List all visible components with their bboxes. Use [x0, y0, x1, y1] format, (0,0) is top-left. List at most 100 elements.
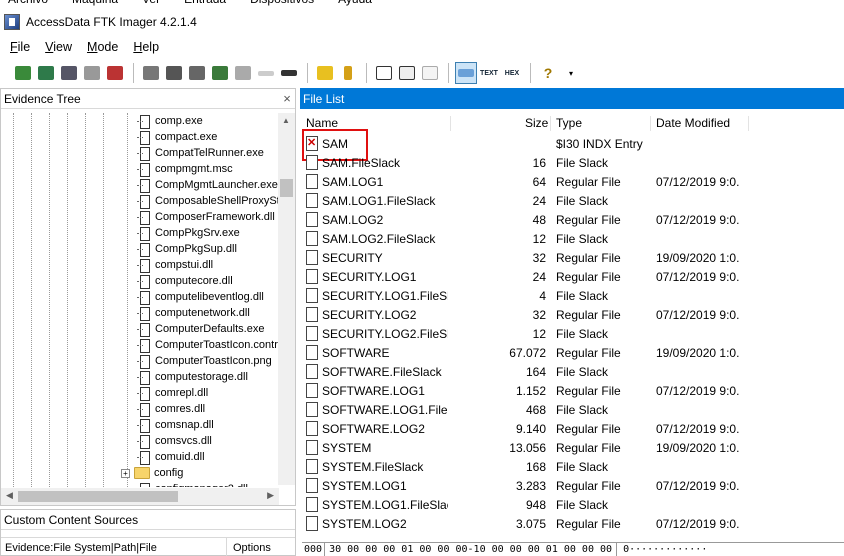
- menu-file[interactable]: File: [10, 40, 30, 54]
- file-icon: [137, 290, 150, 305]
- tree-item[interactable]: CompPkgSrv.exe: [137, 225, 240, 241]
- tree-item[interactable]: computestorage.dll: [137, 369, 248, 385]
- obtain-protected-files-button[interactable]: [337, 62, 359, 84]
- decrypt-button[interactable]: [255, 62, 277, 84]
- tree-item[interactable]: compact.exe: [137, 129, 217, 145]
- tree-item[interactable]: ComputerToastIcon.png: [137, 353, 272, 369]
- tree-item[interactable]: comsnap.dll: [137, 417, 214, 433]
- host-menu-item[interactable]: Ayuda: [338, 0, 372, 6]
- logical-image-icon: [189, 66, 205, 80]
- export-logical-image-button[interactable]: [186, 62, 208, 84]
- tree-item[interactable]: comrepl.dll: [137, 385, 208, 401]
- evidence-tree-vscrollbar[interactable]: ▲: [278, 113, 295, 485]
- tree-item[interactable]: + config: [121, 465, 183, 481]
- scroll-thumb[interactable]: [18, 491, 178, 502]
- file-list-row[interactable]: SECURITY 32 Regular File 19/09/2020 1:0...: [300, 249, 844, 268]
- file-list-row[interactable]: SECURITY.LOG2.FileSl... 12 File Slack: [300, 325, 844, 344]
- add-all-attached-devices-button[interactable]: [35, 62, 57, 84]
- tree-item[interactable]: computelibeventlog.dll: [137, 289, 264, 305]
- expand-icon[interactable]: +: [121, 468, 130, 478]
- file-list-row[interactable]: SYSTEM 13.056 Regular File 19/09/2020 1:0..…: [300, 439, 844, 458]
- file-list-row[interactable]: SOFTWARE.LOG2 9.140 Regular File 07/12/2019…: [300, 420, 844, 439]
- image-mounting-button[interactable]: [58, 62, 80, 84]
- text-view-button[interactable]: TEXT: [478, 62, 500, 84]
- column-header-size[interactable]: Size: [525, 116, 548, 130]
- file-list-row[interactable]: SAM.LOG1.FileSlack 24 File Slack: [300, 192, 844, 211]
- host-menu-item[interactable]: Archivo: [8, 0, 48, 6]
- tree-item[interactable]: ComposerFramework.dll: [137, 209, 275, 225]
- host-menu-item[interactable]: Máquina: [72, 0, 118, 6]
- tree-item[interactable]: compmgmt.msc: [137, 161, 233, 177]
- file-list-row[interactable]: SOFTWARE.LOG1.File... 468 File Slack: [300, 401, 844, 420]
- file-list-row[interactable]: SAM.LOG2.FileSlack 12 File Slack: [300, 230, 844, 249]
- tree-item[interactable]: ComputerDefaults.exe: [137, 321, 264, 337]
- file-list-row[interactable]: SAM$I30 INDX Entry: [300, 129, 844, 161]
- tree-item[interactable]: comsvcs.dll: [137, 433, 212, 449]
- host-menu-item[interactable]: Entrada: [184, 0, 226, 6]
- options-column[interactable]: Options: [227, 542, 271, 554]
- file-list-row[interactable]: SAM.LOG1 64 Regular File 07/12/2019 9:0...: [300, 173, 844, 192]
- tree-item[interactable]: CompPkgSup.dll: [137, 241, 237, 257]
- file-list-row[interactable]: SYSTEM.LOG1.FileSlack 948 File Slack: [300, 496, 844, 515]
- file-date-modified: 19/09/2020 1:0...: [656, 346, 740, 360]
- file-list-row[interactable]: SOFTWARE.FileSlack 164 File Slack: [300, 363, 844, 382]
- file-list-row[interactable]: SECURITY.LOG1.FileSl... 4 File Slack: [300, 287, 844, 306]
- tree-item[interactable]: CompatTelRunner.exe: [137, 145, 264, 161]
- menu-help[interactable]: Help: [133, 40, 159, 54]
- tree-item[interactable]: comres.dll: [137, 401, 205, 417]
- tree-item[interactable]: comuid.dll: [137, 449, 205, 465]
- add-evidence-item-button[interactable]: [12, 62, 34, 84]
- host-menu-item[interactable]: Ver: [142, 0, 160, 6]
- create-disk-image-button[interactable]: [140, 62, 162, 84]
- file-icon: [306, 402, 318, 417]
- file-list-row[interactable]: SECURITY.LOG2 32 Regular File 07/12/2019 9:…: [300, 306, 844, 325]
- tree-item[interactable]: computecore.dll: [137, 273, 233, 289]
- evidence-tree-hscrollbar[interactable]: ◀ ▶: [1, 488, 279, 505]
- hex-view-page-button[interactable]: [419, 62, 441, 84]
- file-list-row[interactable]: SYSTEM.LOG2 3.075 Regular File 07/12/2019 9…: [300, 515, 844, 534]
- verify-drive-button[interactable]: [278, 62, 300, 84]
- tree-item[interactable]: compstui.dll: [137, 257, 213, 273]
- tree-item[interactable]: configmanager2.dll: [137, 481, 248, 487]
- hex-view-button[interactable]: HEX: [501, 62, 523, 84]
- scroll-up-icon[interactable]: ▲: [282, 116, 290, 125]
- auto-view-button[interactable]: [373, 62, 395, 84]
- file-name: SAM.FileSlack: [322, 156, 401, 170]
- column-header-name[interactable]: Name: [306, 116, 338, 130]
- menu-view[interactable]: View: [45, 40, 72, 54]
- add-to-custom-content-button[interactable]: [209, 62, 231, 84]
- file-list-row[interactable]: SOFTWARE.LOG1 1.152 Regular File 07/12/2019…: [300, 382, 844, 401]
- menu-mode[interactable]: Mode: [87, 40, 118, 54]
- remove-evidence-item-button[interactable]: [81, 62, 103, 84]
- text-view-page-button[interactable]: [396, 62, 418, 84]
- create-custom-content-image-button[interactable]: [232, 62, 254, 84]
- export-disk-image-button[interactable]: [163, 62, 185, 84]
- host-menu-item[interactable]: Dispositivos: [250, 0, 314, 6]
- tree-item[interactable]: comp.exe: [137, 113, 203, 129]
- toolbar-overflow-button[interactable]: ▾: [560, 62, 582, 84]
- scroll-left-icon[interactable]: ◀: [6, 490, 13, 501]
- tree-item[interactable]: ComposableShellProxyStu: [137, 193, 279, 209]
- file-list-row[interactable]: SECURITY.LOG1 24 Regular File 07/12/2019 9:…: [300, 268, 844, 287]
- toolbar-separator: [307, 63, 308, 83]
- remove-all-evidence-button[interactable]: [104, 62, 126, 84]
- file-name: SAM.LOG1.FileSlack: [322, 194, 436, 208]
- tree-item[interactable]: ComputerToastIcon.contra: [137, 337, 279, 353]
- file-list-row[interactable]: SOFTWARE 67.072 Regular File 19/09/2020 1:0…: [300, 344, 844, 363]
- file-list-row[interactable]: SYSTEM.FileSlack 168 File Slack: [300, 458, 844, 477]
- tree-item[interactable]: computenetwork.dll: [137, 305, 250, 321]
- column-header-type[interactable]: Type: [556, 116, 582, 130]
- natural-view-button[interactable]: [455, 62, 477, 84]
- scroll-right-icon[interactable]: ▶: [267, 490, 274, 501]
- file-list-row[interactable]: SYSTEM.LOG1 3.283 Regular File 07/12/2019 9…: [300, 477, 844, 496]
- help-button[interactable]: ?: [537, 62, 559, 84]
- close-icon[interactable]: ×: [279, 91, 295, 106]
- capture-memory-button[interactable]: [314, 62, 336, 84]
- file-name: SYSTEM.FileSlack: [322, 460, 424, 474]
- file-list-row[interactable]: SAM.FileSlack 16 File Slack: [300, 154, 844, 173]
- scroll-thumb[interactable]: [280, 179, 293, 197]
- column-header-date-modified[interactable]: Date Modified: [656, 116, 730, 130]
- tree-item[interactable]: CompMgmtLauncher.exe: [137, 177, 278, 193]
- evidence-path-column[interactable]: Evidence:File System|Path|File: [1, 537, 227, 556]
- file-list-row[interactable]: SAM.LOG2 48 Regular File 07/12/2019 9:0...: [300, 211, 844, 230]
